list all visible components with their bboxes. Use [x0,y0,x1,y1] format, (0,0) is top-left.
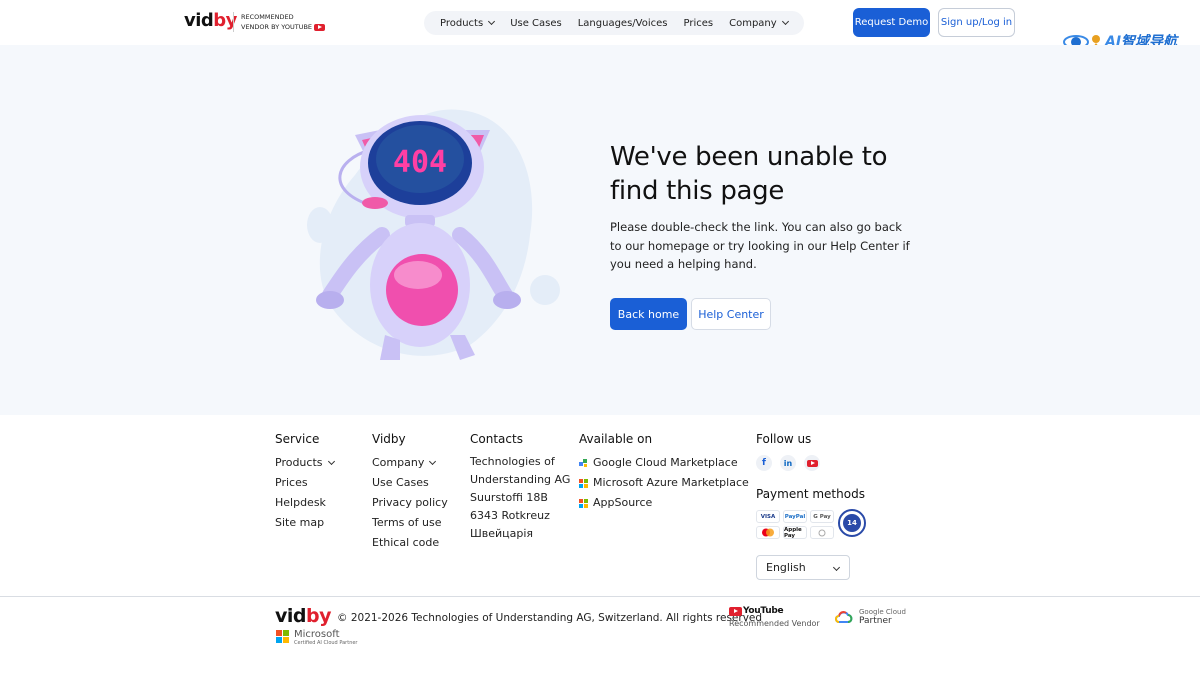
nav-company[interactable]: Company [721,18,796,29]
sign-up-login-button[interactable]: Sign up/Log in [938,8,1015,37]
vidby-logo[interactable]: vidby [184,10,237,31]
footer-link-use-cases[interactable]: Use Cases [372,473,448,493]
chevron-down-icon [488,17,496,26]
money-back-guarantee-badge: 14 [838,509,866,537]
footer-link-privacy-policy[interactable]: Privacy policy [372,493,448,513]
nav-languages-voices[interactable]: Languages/Voices [570,18,676,29]
hero-section: 404 We've been unable to find this page … [0,45,1200,415]
contact-line: Suurstoffi 18B [470,491,548,504]
chevron-down-icon [429,457,437,466]
youtube-recommended-vendor: YouTube Recommended Vendor [729,606,820,628]
footer-link-company[interactable]: Company [372,453,448,473]
youtube-icon[interactable] [804,455,820,471]
help-center-button[interactable]: Help Center [691,298,771,330]
site-header: vidby RECOMMENDED VENDOR BY YOUTUBE Prod… [0,0,1200,45]
page-title: We've been unable to find this page [610,142,888,206]
contact-line: Understanding AG [470,473,571,486]
azure-marketplace-link[interactable]: Microsoft Azure Marketplace [579,473,749,493]
mastercard-icon [756,526,780,539]
facebook-icon[interactable]: f [756,455,772,471]
contact-line: Technologies of [470,455,555,468]
language-select[interactable]: English [756,555,850,580]
youtube-recommended-badge: RECOMMENDED VENDOR BY YOUTUBE [233,12,326,32]
paypal-icon: PayPal [783,510,807,523]
google-pay-icon: G Pay [810,510,834,523]
google-cloud-marketplace-link[interactable]: Google Cloud Marketplace [579,453,749,473]
footer-link-helpdesk[interactable]: Helpdesk [275,493,334,513]
chevron-down-icon [832,563,841,572]
footer-divider [0,596,1200,597]
linkedin-icon[interactable]: in [780,455,796,471]
footer-available-column: Available on Google Cloud Marketplace Mi… [579,432,749,513]
nav-use-cases[interactable]: Use Cases [502,18,570,29]
payment-other-icon [810,526,834,539]
chevron-down-icon [327,457,335,466]
copyright-text: © 2021-2026 Technologies of Understandin… [337,612,763,624]
google-cloud-partner-badge: Google Cloud Partner [835,608,906,626]
footer-link-terms-of-use[interactable]: Terms of use [372,513,448,533]
svg-text:404: 404 [393,145,447,180]
request-demo-button[interactable]: Request Demo [853,8,930,37]
back-home-button[interactable]: Back home [610,298,687,330]
footer-vidby-logo[interactable]: vidby [275,605,332,627]
footer-heading-vidby: Vidby [372,432,406,446]
microsoft-icon [579,478,588,488]
contact-line: Швейцарія [470,527,534,540]
footer-heading-contacts: Contacts [470,432,523,446]
footer-heading-available: Available on [579,432,653,446]
robot-404-illustration: 404 [307,109,560,360]
microsoft-partner-badge: Microsoft Certified AI Cloud Partner [276,630,358,647]
google-cloud-icon [579,458,587,467]
social-links: f in [756,455,865,471]
footer-contacts-column: Contacts Technologies of Understanding A… [470,432,570,543]
footer-vidby-column: Vidby Company Use Cases Privacy policy T… [372,432,448,553]
visa-icon: VISA [756,510,780,523]
apple-pay-icon: Apple Pay [783,526,807,539]
youtube-icon [729,606,742,616]
footer-service-column: Service Products Prices Helpdesk Site ma… [275,432,335,533]
youtube-icon [314,23,326,31]
footer-link-ethical-code[interactable]: Ethical code [372,533,448,553]
nav-products[interactable]: Products [432,18,502,29]
nav-prices[interactable]: Prices [676,18,722,29]
google-cloud-icon [835,611,853,623]
chevron-down-icon [781,17,789,26]
footer-link-site-map[interactable]: Site map [275,513,334,533]
footer-heading-payment: Payment methods [756,487,865,501]
contact-line: 6343 Rotkreuz [470,509,550,522]
footer-link-prices[interactable]: Prices [275,473,334,493]
main-nav: Products Use Cases Languages/Voices Pric… [424,11,804,35]
appsource-link[interactable]: AppSource [579,493,749,513]
footer-heading-follow: Follow us [756,432,812,446]
microsoft-icon [276,630,289,643]
error-description: Please double-check the link. You can al… [610,220,910,271]
microsoft-icon [579,498,588,508]
footer-heading-service: Service [275,432,320,446]
footer-link-products[interactable]: Products [275,453,335,473]
